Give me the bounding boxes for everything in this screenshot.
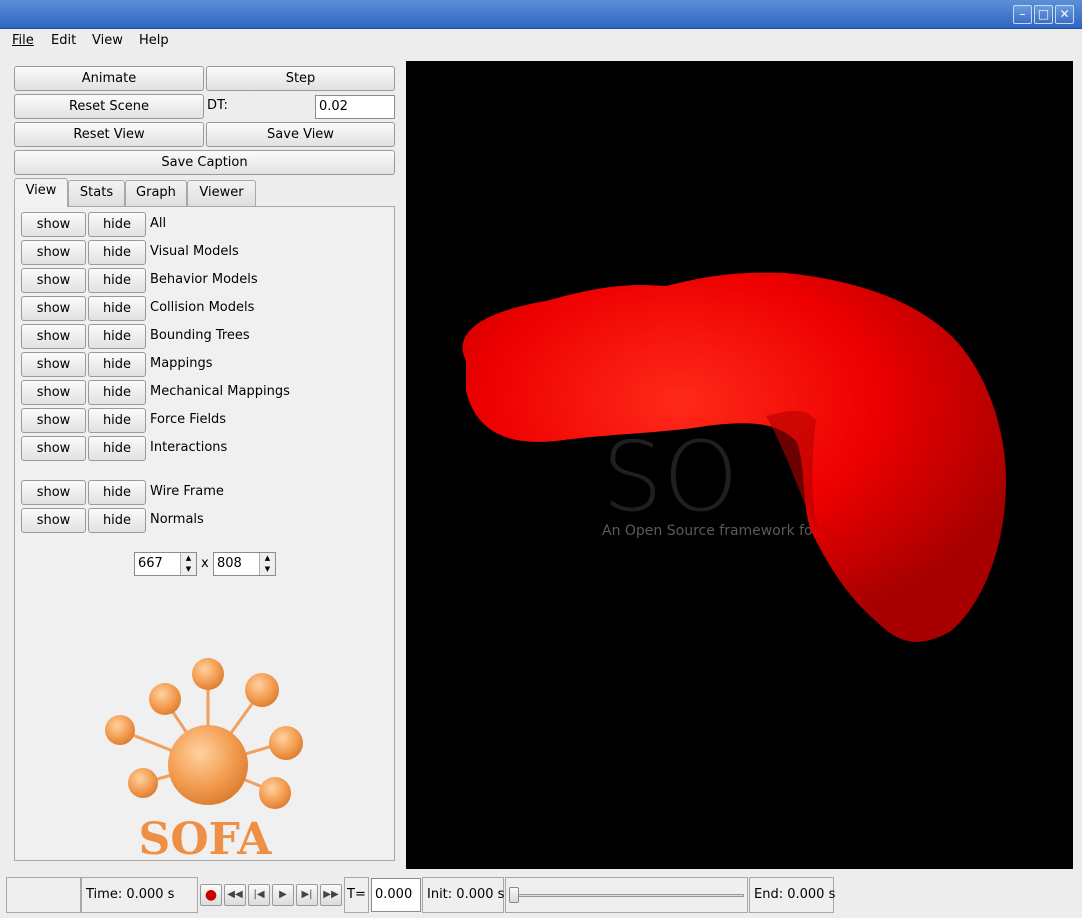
hide-button[interactable]: hide <box>88 480 146 505</box>
show-button[interactable]: show <box>21 212 86 237</box>
hide-button[interactable]: hide <box>88 324 146 349</box>
minimize-button[interactable]: – <box>1013 5 1032 24</box>
3d-viewport[interactable]: SO An Open Source framework for m <box>406 61 1073 869</box>
status-blank <box>6 877 81 913</box>
show-button[interactable]: show <box>21 352 86 377</box>
hide-button[interactable]: hide <box>88 352 146 377</box>
hide-button[interactable]: hide <box>88 296 146 321</box>
show-button[interactable]: show <box>21 436 86 461</box>
step-button[interactable]: Step <box>206 66 395 91</box>
record-icon[interactable]: ● <box>200 884 222 906</box>
show-button[interactable]: show <box>21 268 86 293</box>
init-display: Init: 0.000 s <box>422 877 504 913</box>
liver-model <box>462 272 1006 642</box>
spin-down-icon[interactable]: ▼ <box>180 564 196 575</box>
timeline-slider[interactable] <box>505 877 748 913</box>
menu-file-label: File <box>12 33 34 48</box>
visibility-row-label: Mappings <box>150 356 213 371</box>
height-spinbox[interactable]: 808 ▲ ▼ <box>213 552 276 576</box>
menu-file[interactable]: File <box>11 31 35 51</box>
spin-up-icon[interactable]: ▲ <box>180 553 196 564</box>
dt-label: DT: <box>207 98 228 113</box>
menu-view[interactable]: View <box>91 31 124 51</box>
size-separator: x <box>201 556 209 571</box>
title-bar <box>0 0 1082 29</box>
save-view-button[interactable]: Save View <box>206 122 395 147</box>
hide-button[interactable]: hide <box>88 436 146 461</box>
animate-button[interactable]: Animate <box>14 66 204 91</box>
show-button[interactable]: show <box>21 508 86 533</box>
sofa-logo: SOFA <box>105 658 303 860</box>
visibility-row-label: Force Fields <box>150 412 227 427</box>
slider-handle[interactable] <box>509 887 519 903</box>
hide-button[interactable]: hide <box>88 240 146 265</box>
show-button[interactable]: show <box>21 408 86 433</box>
maximize-button[interactable]: □ <box>1034 5 1053 24</box>
step-back-icon[interactable]: |◀ <box>248 884 270 906</box>
tab-stats[interactable]: Stats <box>68 180 125 206</box>
show-button[interactable]: show <box>21 380 86 405</box>
visibility-row-label: Interactions <box>150 440 228 455</box>
dt-input[interactable]: 0.02 <box>315 95 395 119</box>
save-caption-button[interactable]: Save Caption <box>14 150 395 175</box>
hide-button[interactable]: hide <box>88 408 146 433</box>
show-button[interactable]: show <box>21 480 86 505</box>
menu-help[interactable]: Help <box>138 31 170 51</box>
t-input[interactable]: 0.000 <box>371 878 421 912</box>
hide-button[interactable]: hide <box>88 268 146 293</box>
tab-view[interactable]: View <box>14 178 68 207</box>
time-display: Time: 0.000 s <box>81 877 198 913</box>
visibility-row-label: Bounding Trees <box>150 328 250 343</box>
visibility-row-label: Wire Frame <box>150 484 224 499</box>
visibility-row-label: Behavior Models <box>150 272 258 287</box>
spin-down-icon[interactable]: ▼ <box>259 564 275 575</box>
width-value: 667 <box>138 556 163 571</box>
width-spinbox[interactable]: 667 ▲ ▼ <box>134 552 197 576</box>
show-button[interactable]: show <box>21 296 86 321</box>
show-button[interactable]: show <box>21 324 86 349</box>
height-value: 808 <box>217 556 242 571</box>
tab-viewer[interactable]: Viewer <box>187 180 256 206</box>
visibility-row-label: Visual Models <box>150 244 239 259</box>
hide-button[interactable]: hide <box>88 212 146 237</box>
visibility-row-label: Mechanical Mappings <box>150 384 290 399</box>
close-button[interactable]: ✕ <box>1055 5 1074 24</box>
rewind-icon[interactable]: ◀◀ <box>224 884 246 906</box>
end-display: End: 0.000 s <box>749 877 835 913</box>
menu-edit[interactable]: Edit <box>50 31 77 51</box>
reset-view-button[interactable]: Reset View <box>14 122 204 147</box>
hide-button[interactable]: hide <box>88 508 146 533</box>
logo-text: SOFA <box>139 814 273 860</box>
tab-graph[interactable]: Graph <box>125 180 187 206</box>
visibility-row-label: Normals <box>150 512 204 527</box>
step-forward-icon[interactable]: ▶| <box>296 884 318 906</box>
slider-track <box>512 894 744 897</box>
hide-button[interactable]: hide <box>88 380 146 405</box>
t-label: T= <box>344 877 369 913</box>
visibility-row-label: Collision Models <box>150 300 255 315</box>
fast-forward-icon[interactable]: ▶▶ <box>320 884 342 906</box>
visibility-row-label: All <box>150 216 167 231</box>
play-icon[interactable]: ▶ <box>272 884 294 906</box>
reset-scene-button[interactable]: Reset Scene <box>14 94 204 119</box>
show-button[interactable]: show <box>21 240 86 265</box>
spin-up-icon[interactable]: ▲ <box>259 553 275 564</box>
